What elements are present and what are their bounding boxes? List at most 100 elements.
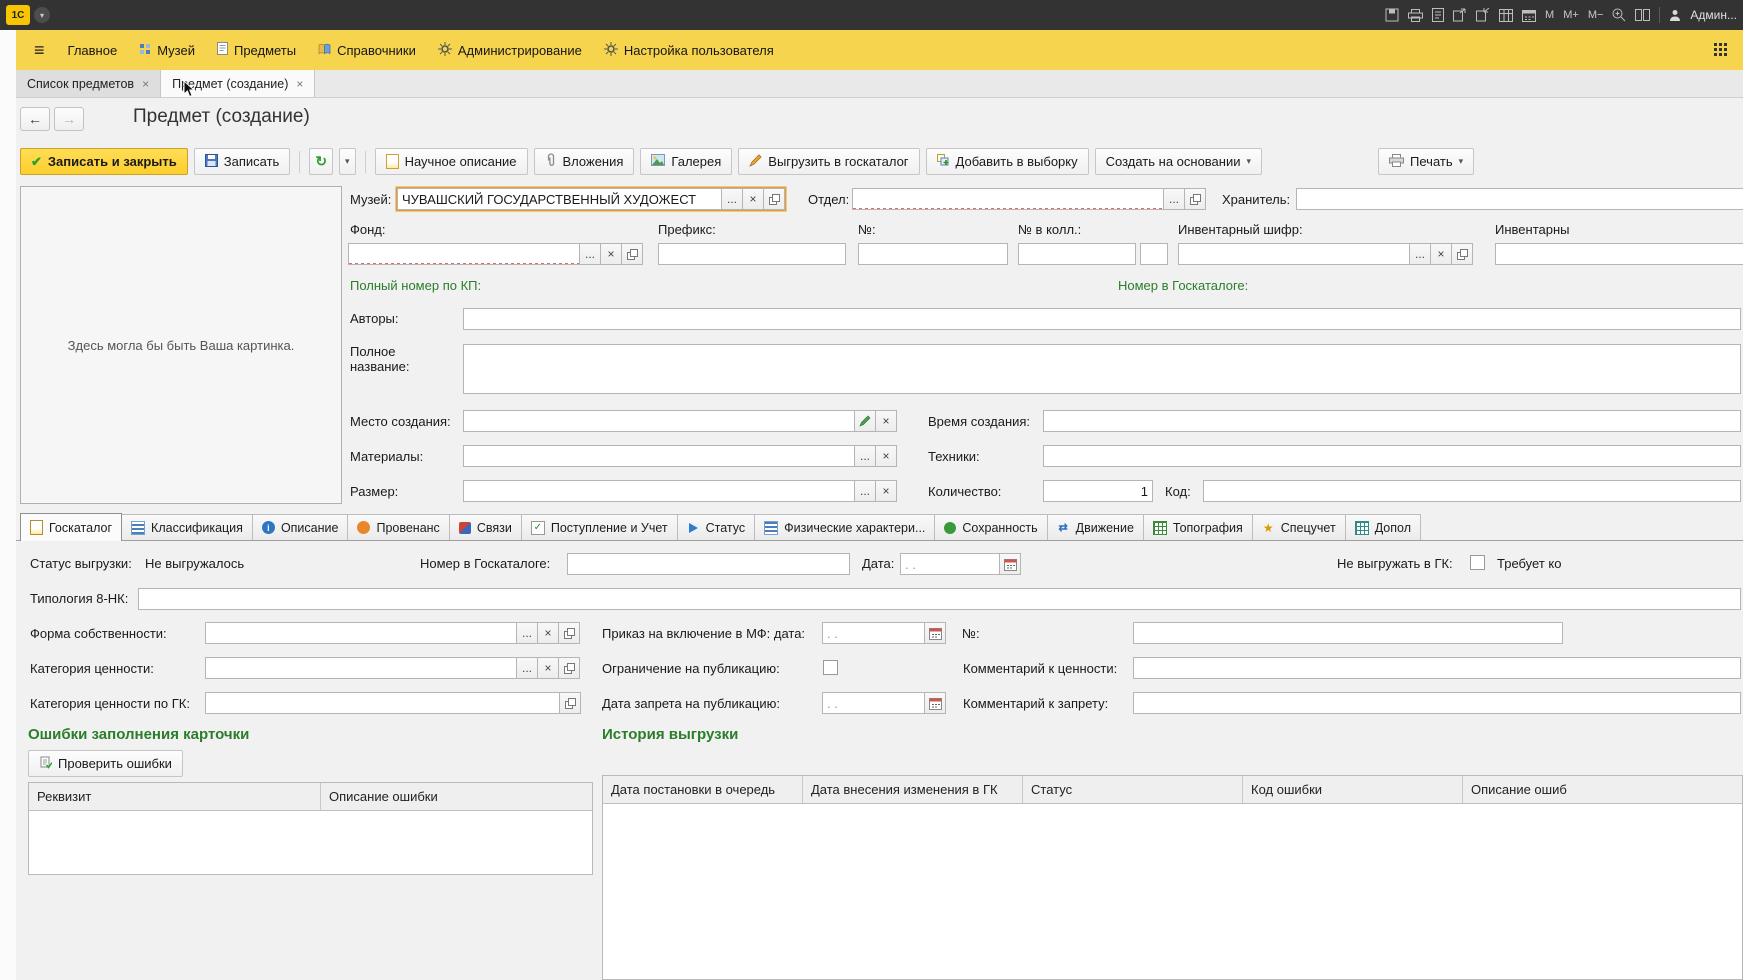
gk-number-input[interactable]	[567, 553, 850, 575]
inventory-number-input[interactable]	[1495, 243, 1743, 265]
print-preview-icon[interactable]	[1432, 8, 1445, 22]
ownership-clear-button[interactable]: ×	[537, 622, 559, 644]
mf-order-date-input[interactable]	[822, 622, 925, 644]
menu-item-administration[interactable]: Администрирование	[427, 36, 593, 65]
close-icon[interactable]: ×	[296, 77, 303, 91]
tab-movement[interactable]: Движение	[1046, 514, 1144, 540]
ban-comment-input[interactable]	[1133, 692, 1741, 714]
main-menu-button[interactable]: ▾	[34, 7, 50, 23]
value-category-clear-button[interactable]: ×	[537, 657, 559, 679]
museum-input[interactable]	[397, 188, 722, 210]
save-icon[interactable]	[1385, 8, 1399, 22]
publication-limit-checkbox[interactable]	[823, 660, 838, 675]
tab-provenance[interactable]: Провенанс	[347, 514, 450, 540]
inventory-code-open-button[interactable]	[1451, 243, 1473, 265]
prefix-input[interactable]	[658, 243, 846, 265]
column-header[interactable]: Код ошибки	[1243, 776, 1463, 803]
image-placeholder[interactable]: Здесь могла бы быть Ваша картинка.	[20, 186, 342, 504]
museum-clear-button[interactable]: ×	[742, 188, 764, 210]
menu-item-user-settings[interactable]: Настройка пользователя	[593, 36, 785, 65]
current-user-label[interactable]: Админ...	[1690, 8, 1737, 22]
scale-m-button[interactable]: M	[1545, 9, 1554, 21]
ownership-select-button[interactable]: ...	[516, 622, 538, 644]
table-icon[interactable]	[1499, 8, 1514, 22]
errors-table[interactable]: Реквизит Описание ошибки	[28, 782, 593, 875]
menu-item-items[interactable]: Предметы	[206, 36, 307, 64]
tab-additional[interactable]: Допол	[1344, 514, 1421, 540]
print-icon[interactable]	[1408, 8, 1424, 22]
tab-preservation[interactable]: Сохранность	[934, 514, 1048, 540]
size-clear-button[interactable]: ×	[875, 480, 897, 502]
column-header[interactable]: Реквизит	[29, 783, 321, 810]
column-header[interactable]: Описание ошиб	[1463, 776, 1742, 803]
zoom-icon[interactable]	[1612, 8, 1626, 22]
ownership-open-button[interactable]	[558, 622, 580, 644]
reread-button[interactable]: ↻	[309, 148, 334, 175]
typology-input[interactable]	[138, 588, 1741, 610]
value-category-gk-input[interactable]	[205, 692, 560, 714]
tab-description[interactable]: Описание	[251, 514, 349, 540]
history-table[interactable]: Дата постановки в очередь Дата внесения …	[602, 775, 1743, 980]
publication-ban-date-input[interactable]	[822, 692, 925, 714]
tab-item-create[interactable]: Предмет (создание) ×	[161, 70, 316, 97]
tab-receipt-accounting[interactable]: Поступление и Учет	[520, 514, 678, 540]
number-in-coll-suffix-input[interactable]	[1140, 243, 1168, 265]
museum-open-button[interactable]	[763, 188, 785, 210]
value-category-input[interactable]	[205, 657, 517, 679]
add-to-selection-button[interactable]: Добавить в выборку	[925, 148, 1089, 175]
save-close-button[interactable]: ✔ Записать и закрыть	[20, 148, 188, 175]
place-created-clear-button[interactable]: ×	[875, 410, 897, 432]
publication-ban-calendar-button[interactable]	[924, 692, 946, 714]
save-button[interactable]: Записать	[193, 148, 291, 175]
tab-items-list[interactable]: Список предметов ×	[16, 70, 162, 97]
gk-date-input[interactable]	[900, 553, 1000, 575]
keeper-input[interactable]	[1296, 188, 1743, 210]
materials-clear-button[interactable]: ×	[875, 445, 897, 467]
hamburger-icon[interactable]: ≡	[22, 40, 57, 61]
fund-select-button[interactable]: ...	[579, 243, 601, 265]
forward-button[interactable]: →	[54, 107, 84, 131]
time-created-input[interactable]	[1043, 410, 1741, 432]
tab-special-accounting[interactable]: Спецучет	[1251, 514, 1346, 540]
tab-links[interactable]: Связи	[448, 514, 522, 540]
number-in-coll-input[interactable]	[1018, 243, 1136, 265]
gk-date-calendar-button[interactable]	[999, 553, 1021, 575]
print-button[interactable]: Печать ▾	[1378, 148, 1475, 175]
no-upload-checkbox[interactable]	[1470, 555, 1485, 570]
code-input[interactable]	[1203, 480, 1741, 502]
mf-order-calendar-button[interactable]	[924, 622, 946, 644]
fund-clear-button[interactable]: ×	[600, 243, 622, 265]
close-icon[interactable]: ×	[142, 77, 149, 91]
quantity-input[interactable]	[1043, 480, 1153, 502]
panels-icon[interactable]	[1635, 9, 1651, 21]
inventory-code-input[interactable]	[1178, 243, 1410, 265]
materials-input[interactable]	[463, 445, 855, 467]
size-input[interactable]	[463, 480, 855, 502]
calendar-icon[interactable]	[1522, 9, 1537, 22]
inventory-code-select-button[interactable]: ...	[1409, 243, 1431, 265]
full-title-input[interactable]	[463, 344, 1741, 394]
tab-status[interactable]: Статус	[676, 514, 756, 540]
tab-physical[interactable]: Физические характери...	[754, 514, 936, 540]
import-icon[interactable]	[1476, 8, 1490, 22]
techniques-input[interactable]	[1043, 445, 1741, 467]
number-input[interactable]	[858, 243, 1008, 265]
size-select-button[interactable]: ...	[854, 480, 876, 502]
materials-select-button[interactable]: ...	[854, 445, 876, 467]
scale-m-plus-button[interactable]: M+	[1563, 9, 1579, 21]
scientific-description-button[interactable]: Научное описание	[374, 148, 528, 175]
inventory-code-clear-button[interactable]: ×	[1430, 243, 1452, 265]
check-errors-button[interactable]: Проверить ошибки	[28, 750, 183, 777]
authors-input[interactable]	[463, 308, 1741, 330]
museum-select-button[interactable]: ...	[721, 188, 743, 210]
export-icon[interactable]	[1453, 8, 1467, 22]
attachments-button[interactable]: Вложения	[533, 148, 635, 175]
mf-number-input[interactable]	[1133, 622, 1563, 644]
tab-goskatalog[interactable]: Госкаталог	[20, 513, 123, 541]
fund-input[interactable]	[348, 243, 580, 265]
value-category-open-button[interactable]	[558, 657, 580, 679]
gallery-button[interactable]: Галерея	[640, 148, 733, 175]
menu-item-museum[interactable]: Музей	[128, 37, 206, 64]
value-category-select-button[interactable]: ...	[516, 657, 538, 679]
reread-more-button[interactable]: ▾	[339, 148, 356, 175]
